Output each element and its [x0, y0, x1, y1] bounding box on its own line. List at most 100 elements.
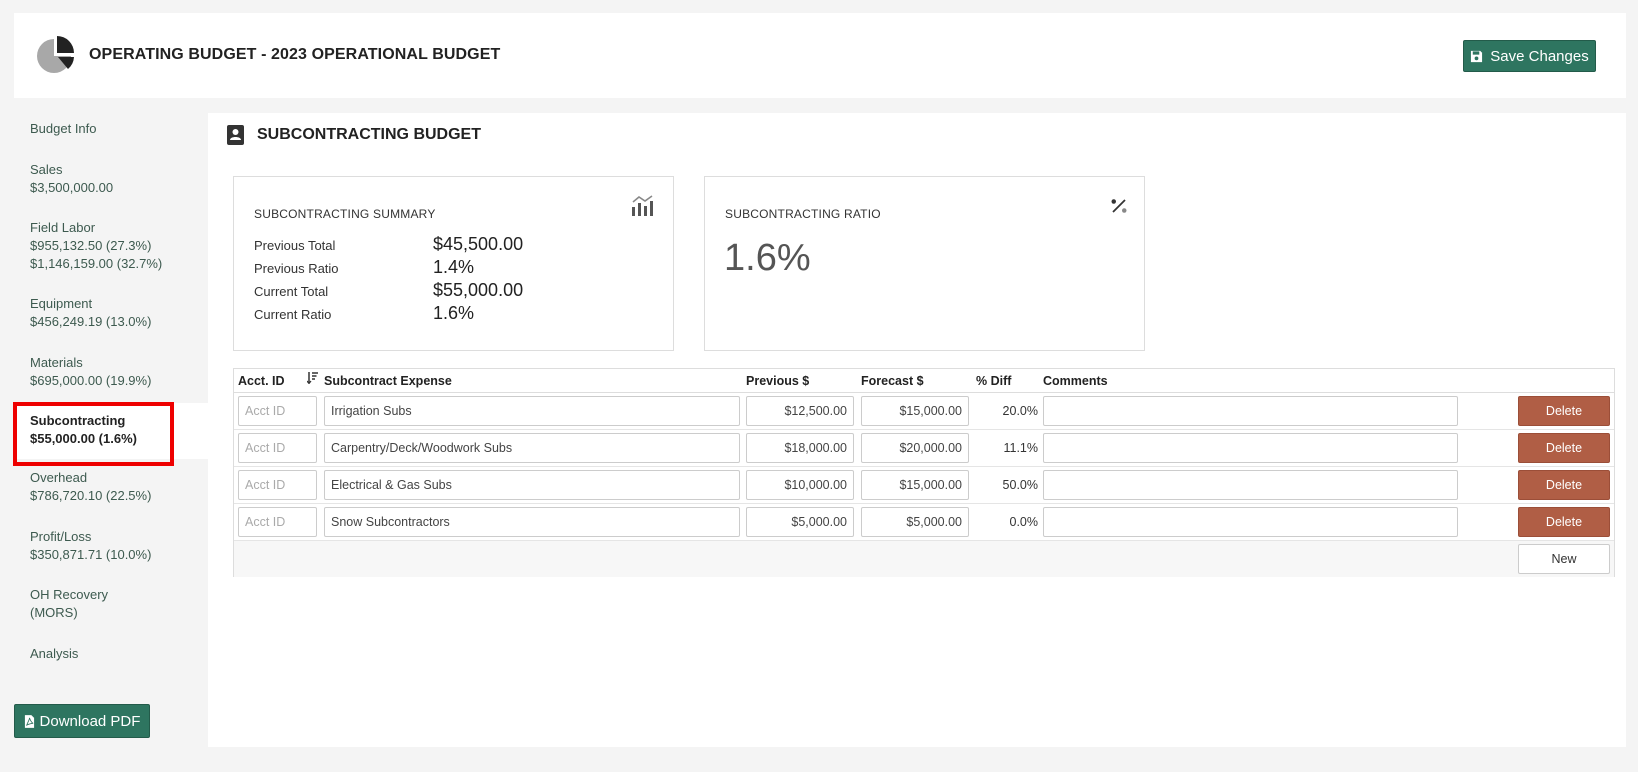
pie-chart-icon	[37, 36, 74, 73]
acct-id-input[interactable]: Acct ID	[238, 507, 317, 537]
sidebar-item-analysis[interactable]: Analysis	[14, 645, 200, 663]
comments-input[interactable]	[1043, 507, 1458, 537]
delete-row-button[interactable]: Delete	[1518, 470, 1610, 500]
sidebar-item-value: (MORS)	[30, 605, 78, 620]
forecast-amount-input[interactable]: $20,000.00	[861, 433, 969, 463]
save-changes-label: Save Changes	[1490, 47, 1589, 65]
sidebar-item-label: Budget Info	[30, 121, 97, 136]
previous-amount-input[interactable]: $10,000.00	[746, 470, 854, 500]
percent-diff: 0.0%	[1009, 515, 1039, 529]
ratio-card-title: SUBCONTRACTING RATIO	[725, 207, 881, 221]
summary-card-title: SUBCONTRACTING SUMMARY	[254, 207, 436, 221]
sidebar-item-label: Sales	[30, 162, 63, 177]
sort-icon[interactable]	[307, 372, 319, 384]
acct-id-input[interactable]: Acct ID	[238, 433, 317, 463]
save-changes-button[interactable]: Save Changes	[1463, 40, 1596, 72]
forecast-amount-input[interactable]: $15,000.00	[861, 396, 969, 426]
section-title-text: SUBCONTRACTING BUDGET	[257, 126, 481, 143]
acct-id-input[interactable]: Acct ID	[238, 470, 317, 500]
sidebar-item-field-labor[interactable]: Field Labor $955,132.50 (27.3%) $1,146,1…	[14, 219, 200, 273]
summary-label: Current Total	[254, 284, 329, 299]
expense-input[interactable]: Carpentry/Deck/Woodwork Subs	[324, 433, 740, 463]
ratio-value: 1.6%	[724, 237, 811, 279]
summary-value: $55,000.00	[433, 280, 524, 300]
summary-row: Current Ratio 1.6%	[254, 303, 654, 327]
delete-row-button[interactable]: Delete	[1518, 396, 1610, 426]
summary-row: Current Total $55,000.00	[254, 280, 654, 304]
acct-id-input[interactable]: Acct ID	[238, 396, 317, 426]
sidebar-item-materials[interactable]: Materials $695,000.00 (19.9%)	[14, 354, 200, 390]
sidebar-item-label: Analysis	[30, 646, 79, 661]
column-header-previous[interactable]: Previous $	[746, 374, 809, 388]
sidebar-item-budget-info[interactable]: Budget Info	[14, 120, 200, 138]
sidebar-item-profit-loss[interactable]: Profit/Loss $350,871.71 (10.0%)	[14, 528, 200, 564]
sidebar-item-value: $350,871.71 (10.0%)	[30, 547, 152, 562]
page-header: OPERATING BUDGET - 2023 OPERATIONAL BUDG…	[14, 13, 1626, 98]
column-header-acct-id[interactable]: Acct. ID	[238, 374, 285, 388]
column-header-diff[interactable]: % Diff	[976, 374, 1011, 388]
sidebar-item-value: $456,249.19 (13.0%)	[30, 314, 152, 329]
sidebar-item-value: $1,146,159.00 (32.7%)	[30, 256, 163, 271]
previous-amount-input[interactable]: $18,000.00	[746, 433, 854, 463]
subcontracting-summary-card: SUBCONTRACTING SUMMARY Previous Total $4…	[233, 176, 674, 351]
sidebar-item-equipment[interactable]: Equipment $456,249.19 (13.0%)	[14, 295, 200, 331]
table-row: Acct ID Electrical & Gas Subs $10,000.00…	[234, 467, 1614, 504]
sidebar-item-overhead[interactable]: Overhead $786,720.10 (22.5%)	[14, 469, 200, 505]
previous-amount-input[interactable]: $12,500.00	[746, 396, 854, 426]
sidebar-item-label: Overhead	[30, 470, 88, 485]
column-header-comments[interactable]: Comments	[1043, 374, 1108, 388]
sidebar-item-label: Subcontracting	[30, 413, 126, 428]
table-row: Acct ID Irrigation Subs $12,500.00 $15,0…	[234, 393, 1614, 430]
table-header: Acct. ID Subcontract Expense Previous $ …	[234, 369, 1614, 393]
sidebar-item-label: Equipment	[30, 296, 93, 311]
expense-input[interactable]: Irrigation Subs	[324, 396, 740, 426]
contact-book-icon	[227, 125, 244, 145]
summary-label: Current Ratio	[254, 307, 332, 322]
forecast-amount-input[interactable]: $5,000.00	[861, 507, 969, 537]
percent-diff: 11.1%	[1003, 441, 1038, 455]
sidebar-item-label: Materials	[30, 355, 83, 370]
subcontract-expense-table: Acct. ID Subcontract Expense Previous $ …	[233, 368, 1615, 577]
sidebar-item-subcontracting[interactable]: Subcontracting $55,000.00 (1.6%)	[13, 402, 208, 466]
section-title: SUBCONTRACTING BUDGET	[226, 125, 481, 145]
summary-row: Previous Ratio 1.4%	[254, 257, 654, 281]
download-pdf-button[interactable]: Download PDF	[14, 704, 150, 738]
table-footer: New	[234, 541, 1614, 577]
summary-value: 1.4%	[433, 257, 475, 277]
sidebar-item-value: $955,132.50 (27.3%)	[30, 238, 152, 253]
summary-label: Previous Ratio	[254, 261, 339, 276]
new-row-button[interactable]: New	[1518, 544, 1610, 574]
table-row: Acct ID Snow Subcontractors $5,000.00 $5…	[234, 504, 1614, 541]
column-header-forecast[interactable]: Forecast $	[861, 374, 924, 388]
delete-row-button[interactable]: Delete	[1518, 433, 1610, 463]
pdf-file-icon	[24, 714, 34, 728]
bar-chart-icon	[632, 195, 653, 216]
sidebar-item-sales[interactable]: Sales $3,500,000.00	[14, 161, 200, 197]
comments-input[interactable]	[1043, 396, 1458, 426]
sidebar-item-label: OH Recovery	[30, 587, 109, 602]
delete-row-button[interactable]: Delete	[1518, 507, 1610, 537]
subcontracting-ratio-card: SUBCONTRACTING RATIO 1.6%	[704, 176, 1145, 351]
forecast-amount-input[interactable]: $15,000.00	[861, 470, 969, 500]
percent-diff: 50.0%	[1002, 478, 1038, 492]
sidebar-item-label: Profit/Loss	[30, 529, 92, 544]
expense-input[interactable]: Snow Subcontractors	[324, 507, 740, 537]
sidebar-item-value: $3,500,000.00	[30, 180, 114, 195]
previous-amount-input[interactable]: $5,000.00	[746, 507, 854, 537]
expense-input[interactable]: Electrical & Gas Subs	[324, 470, 740, 500]
download-pdf-label: Download PDF	[39, 712, 141, 730]
percent-diff: 20.0%	[1002, 404, 1038, 418]
sidebar-item-value: $695,000.00 (19.9%)	[30, 373, 152, 388]
summary-label: Previous Total	[254, 238, 336, 253]
sidebar-item-label: Field Labor	[30, 220, 96, 235]
summary-value: $45,500.00	[433, 234, 524, 254]
column-header-expense[interactable]: Subcontract Expense	[324, 374, 452, 388]
summary-row: Previous Total $45,500.00	[254, 234, 654, 258]
main-content: SUBCONTRACTING BUDGET SUBCONTRACTING SUM…	[208, 113, 1626, 747]
sidebar-item-oh-recovery[interactable]: OH Recovery (MORS)	[14, 586, 200, 622]
summary-value: 1.6%	[433, 303, 475, 323]
comments-input[interactable]	[1043, 470, 1458, 500]
floppy-disk-icon	[1471, 50, 1483, 62]
comments-input[interactable]	[1043, 433, 1458, 463]
sidebar-item-value: $55,000.00 (1.6%)	[30, 431, 137, 446]
